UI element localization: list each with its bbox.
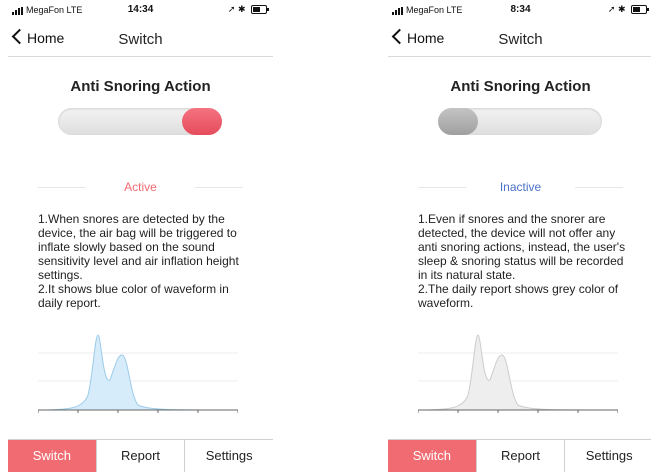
tab-bar: Switch Report Settings <box>8 439 273 472</box>
description-line-2: 2.It shows blue color of waveform in dai… <box>38 282 229 310</box>
status-icons: ➚ ✱ <box>227 4 269 15</box>
waveform-area <box>418 334 618 411</box>
waveform-area <box>38 334 238 411</box>
status-icons: ➚ ✱ <box>607 4 649 15</box>
status-bar: MegaFon LTE 14:34 ➚ ✱ <box>8 0 273 20</box>
tab-switch[interactable]: Switch <box>8 440 96 472</box>
section-heading: Anti Snoring Action <box>450 78 591 95</box>
bluetooth-icon: ✱ <box>237 4 246 14</box>
location-arrow-icon: ➚ <box>227 4 236 14</box>
anti-snoring-toggle[interactable] <box>58 108 222 135</box>
description-line-1: 1.Even if snores and the snorer are dete… <box>418 212 626 282</box>
waveform-chart <box>38 334 238 413</box>
page-title: Switch <box>118 31 163 48</box>
tab-report[interactable]: Report <box>95 440 185 472</box>
main-content: Anti Snoring Action Inactive 1.Even if s… <box>388 57 651 440</box>
battery-icon <box>251 5 269 15</box>
description-line-1: 1.When snores are detected by the device… <box>38 212 239 282</box>
description-line-2: 2.The daily report shows grey color of w… <box>418 282 619 310</box>
phone-screen-active: MegaFon LTE 14:34 ➚ ✱ Home Switch Anti S… <box>8 0 273 472</box>
status-bar: MegaFon LTE 8:34 ➚ ✱ <box>388 0 651 20</box>
tab-bar: Switch Report Settings <box>388 439 651 472</box>
page-title: Switch <box>498 31 543 48</box>
anti-snoring-toggle[interactable] <box>438 108 602 135</box>
tab-settings[interactable]: Settings <box>184 440 273 472</box>
toggle-knob[interactable] <box>182 108 222 135</box>
bluetooth-icon: ✱ <box>617 4 626 14</box>
main-content: Anti Snoring Action Active 1.When snores… <box>8 57 273 440</box>
status-label: Inactive <box>418 180 623 194</box>
description: 1.When snores are detected by the device… <box>38 212 250 310</box>
status-label: Active <box>38 180 243 194</box>
location-arrow-icon: ➚ <box>607 4 616 14</box>
nav-bar: Home Switch <box>8 20 273 57</box>
section-heading: Anti Snoring Action <box>70 78 211 95</box>
battery-icon <box>631 5 649 15</box>
toggle-knob[interactable] <box>438 108 478 135</box>
waveform-chart <box>418 334 618 413</box>
nav-bar: Home Switch <box>388 20 651 57</box>
tab-report[interactable]: Report <box>475 440 565 472</box>
phone-screen-inactive: MegaFon LTE 8:34 ➚ ✱ Home Switch Anti Sn… <box>388 0 651 472</box>
description: 1.Even if snores and the snorer are dete… <box>418 212 630 310</box>
tab-switch[interactable]: Switch <box>388 440 476 472</box>
tab-settings[interactable]: Settings <box>564 440 651 472</box>
